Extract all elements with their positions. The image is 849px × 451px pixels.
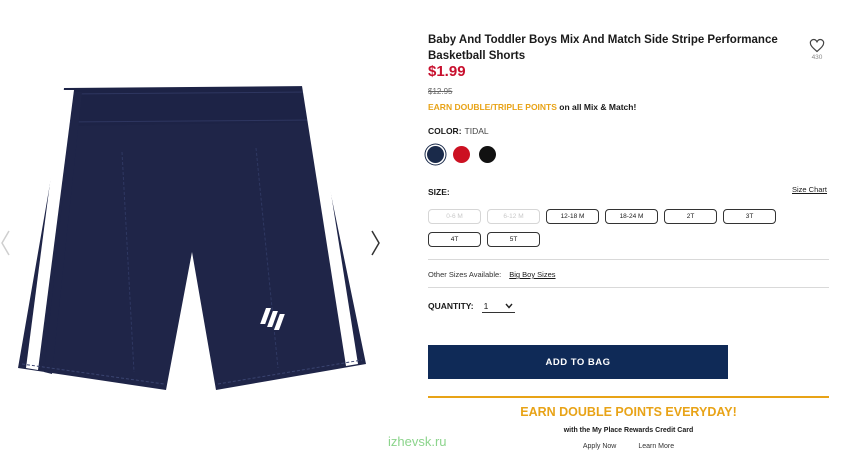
prev-image-arrow-icon[interactable] [0,228,14,258]
rewards-divider [428,396,829,398]
original-price: $12.95 [428,87,453,96]
product-title: Baby And Toddler Boys Mix And Match Side… [428,34,778,62]
swatch-black[interactable] [479,146,496,163]
size-option[interactable]: 6-12 M [487,209,540,224]
favorites-count: 430 [811,54,823,61]
other-sizes: Other Sizes Available: Big Boy Sizes [428,270,556,279]
image-gallery [0,0,400,451]
sale-price: $1.99 [428,63,466,80]
product-shorts-image [18,86,366,390]
points-promo-text: on all Mix & Match! [556,102,637,112]
size-option[interactable]: 18-24 M [605,209,658,224]
quantity-select[interactable]: 1 [481,299,515,313]
size-chart-link[interactable]: Size Chart [792,185,827,194]
color-swatches [427,146,496,163]
swatch-tidal[interactable] [427,146,444,163]
rewards-title: EARN DOUBLE POINTS EVERYDAY! [520,405,737,419]
divider [428,287,829,288]
size-option[interactable]: 2T [664,209,717,224]
color-selector-label: COLOR: TIDAL [428,126,489,136]
favorite-button[interactable]: 430 [806,38,828,61]
quantity-label: QUANTITY: [428,301,474,311]
rewards-subtitle: with the My Place Rewards Credit Card [563,427,694,434]
selected-color-name: TIDAL [464,126,489,136]
size-option[interactable]: 12-18 M [546,209,599,224]
chevron-down-icon [505,303,513,309]
points-promo: EARN DOUBLE/TRIPLE POINTS on all Mix & M… [428,102,636,112]
learn-more-link[interactable]: Learn More [638,443,674,450]
size-label: SIZE: [428,187,450,197]
swatch-red[interactable] [453,146,470,163]
apply-now-link[interactable]: Apply Now [583,443,616,450]
size-options: 0-6 M 6-12 M 12-18 M 18-24 M 2T 3T 4T 5T [428,209,788,247]
size-option[interactable]: 3T [723,209,776,224]
divider [428,259,829,260]
heart-icon [809,38,825,53]
watermark: izhevsk.ru [388,434,447,449]
size-option[interactable]: 4T [428,232,481,247]
other-sizes-label: Other Sizes Available: [428,270,502,279]
rewards-links: Apply Now Learn More [428,443,829,450]
color-label: COLOR: [428,126,462,136]
add-to-bag-button[interactable]: ADD TO BAG [428,345,728,379]
quantity-value: 1 [483,300,489,311]
big-boy-sizes-link[interactable]: Big Boy Sizes [509,270,555,279]
quantity-row: QUANTITY: 1 [428,299,515,313]
next-image-arrow-icon[interactable] [368,228,382,258]
size-option[interactable]: 0-6 M [428,209,481,224]
points-promo-highlight: EARN DOUBLE/TRIPLE POINTS [428,102,557,112]
size-option[interactable]: 5T [487,232,540,247]
